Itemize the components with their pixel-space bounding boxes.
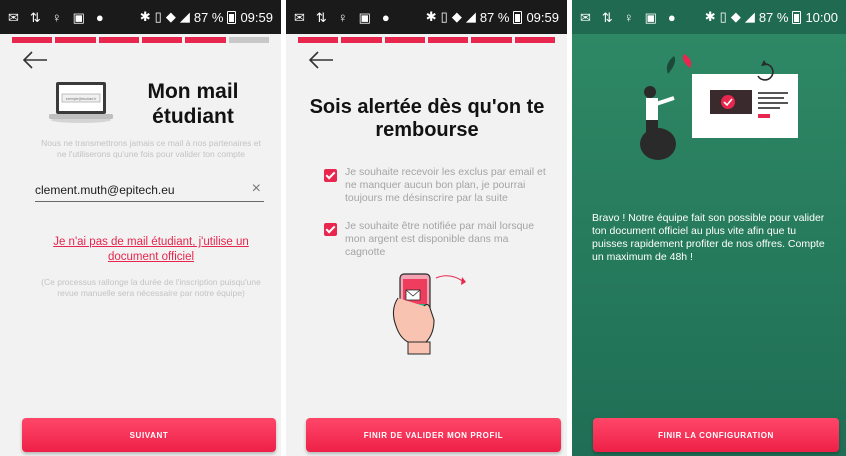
privacy-hint: Nous ne transmettrons jamais ce mail à n… [41, 138, 261, 160]
back-arrow-icon[interactable] [308, 50, 334, 70]
process-note: (Ce processus rallonge la durée de l'ins… [41, 277, 261, 299]
finish-profile-button[interactable]: FINIR DE VALIDER MON PROFIL [306, 418, 561, 452]
bulb-icon: ♀ [51, 9, 62, 25]
screen-notifications: ✉ ⇅ ♀ ▣ ● ✱ ▯ ◆ ◢ 87 % 09:59 Sois alerté… [286, 0, 567, 456]
phone-hand-illustration [392, 273, 466, 355]
app-icon: ▣ [72, 9, 85, 25]
back-arrow-icon[interactable] [22, 50, 48, 70]
clock: 10:00 [805, 9, 838, 25]
battery-percent: 87 % [758, 9, 789, 25]
wifi-icon: ◆ [451, 9, 462, 24]
progress-segment [471, 37, 512, 43]
vibrate-icon: ▯ [719, 9, 727, 24]
progress-segment [98, 37, 139, 43]
clock: 09:59 [240, 9, 273, 25]
finish-configuration-button[interactable]: FINIR LA CONFIGURATION [593, 418, 839, 452]
app-icon: ▣ [644, 9, 657, 25]
email-field-row: × [35, 178, 264, 202]
progress-segment [384, 37, 425, 43]
sync-icon: ⇅ [315, 9, 327, 25]
checkbox-label: Je souhaite recevoir les exclus par emai… [345, 166, 546, 205]
confirmation-message: Bravo ! Notre équipe fait son possible p… [592, 212, 825, 264]
laptop-illustration: exemple@etudiant.fr [49, 82, 113, 123]
progress-segment [298, 37, 339, 43]
bulb-icon: ♀ [623, 9, 634, 25]
battery-icon [792, 10, 802, 24]
bluetooth-icon: ✱ [139, 9, 151, 24]
sync-icon: ⇅ [29, 9, 41, 25]
record-icon: ● [95, 9, 104, 25]
progress-segment [185, 37, 226, 43]
progress-segment [427, 37, 469, 43]
app-icon: ▣ [358, 9, 371, 25]
battery-percent: 87 % [193, 9, 224, 25]
checkbox-checked[interactable] [324, 223, 337, 236]
vibrate-icon: ▯ [154, 9, 162, 24]
record-icon: ● [381, 9, 390, 25]
signal-icon: ◢ [179, 9, 190, 24]
wifi-icon: ◆ [730, 9, 741, 24]
no-student-mail-link[interactable]: Je n'ai pas de mail étudiant, j'utilise … [40, 235, 262, 265]
bluetooth-icon: ✱ [425, 9, 437, 24]
signal-icon: ◢ [465, 9, 476, 24]
wifi-icon: ◆ [165, 9, 176, 24]
bluetooth-icon: ✱ [704, 9, 716, 24]
bulb-icon: ♀ [337, 9, 348, 25]
signal-icon: ◢ [744, 9, 755, 24]
page-title: Mon mail étudiant [147, 80, 239, 128]
gmail-icon: ✉ [294, 9, 305, 25]
progress-segment [341, 37, 382, 43]
gmail-icon: ✉ [580, 9, 591, 25]
laptop-screen-text: exemple@etudiant.fr [66, 97, 97, 101]
checkbox-label: Je souhaite être notifiée par mail lorsq… [345, 220, 535, 259]
gmail-icon: ✉ [8, 9, 19, 25]
checkbox-checked[interactable] [324, 169, 337, 182]
sync-icon: ⇅ [601, 9, 613, 25]
vibrate-icon: ▯ [440, 9, 448, 24]
progress-segment [514, 37, 555, 43]
email-input[interactable] [35, 178, 235, 197]
step-progress [12, 37, 269, 43]
page-title: Sois alertée dès qu'on te rembourse [309, 96, 545, 142]
battery-icon [227, 10, 237, 24]
clock: 09:59 [526, 9, 559, 25]
screen-confirmation: ✉ ⇅ ♀ ▣ ● ✱ ▯ ◆ ◢ 87 % 10:00 Bravo ! Not… [572, 0, 846, 456]
progress-segment [141, 37, 183, 43]
progress-segment [12, 37, 53, 43]
record-icon: ● [667, 9, 676, 25]
status-bar: ✉ ⇅ ♀ ▣ ● ✱ ▯ ◆ ◢ 87 % 09:59 [0, 0, 281, 34]
progress-segment [55, 37, 96, 43]
clear-icon[interactable]: × [252, 181, 261, 197]
checkbox-row-refund-alert[interactable]: Je souhaite être notifiée par mail lorsq… [324, 220, 546, 259]
step-progress [298, 37, 555, 43]
status-bar: ✉ ⇅ ♀ ▣ ● ✱ ▯ ◆ ◢ 87 % 10:00 [572, 0, 846, 34]
next-button[interactable]: SUIVANT [22, 418, 276, 452]
screen-student-mail: ✉ ⇅ ♀ ▣ ● ✱ ▯ ◆ ◢ 87 % 09:59 exemple@etu… [0, 0, 281, 456]
checkbox-row-exclusives[interactable]: Je souhaite recevoir les exclus par emai… [324, 166, 546, 205]
battery-percent: 87 % [479, 9, 510, 25]
status-bar: ✉ ⇅ ♀ ▣ ● ✱ ▯ ◆ ◢ 87 % 09:59 [286, 0, 567, 34]
battery-icon [513, 10, 523, 24]
validation-illustration [640, 54, 798, 160]
progress-segment [228, 37, 269, 43]
